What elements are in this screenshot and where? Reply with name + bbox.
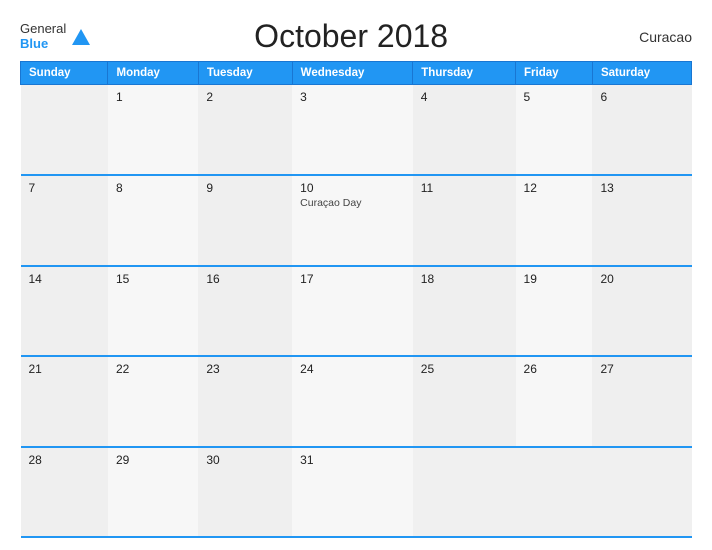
day-number: 29 bbox=[116, 453, 190, 467]
calendar-cell: 23 bbox=[198, 356, 292, 447]
calendar-cell: 30 bbox=[198, 447, 292, 538]
calendar-cell: 18 bbox=[413, 266, 516, 357]
day-number: 23 bbox=[206, 362, 284, 376]
day-number: 27 bbox=[600, 362, 683, 376]
calendar-cell: 13 bbox=[592, 175, 691, 266]
calendar-cell: 6 bbox=[592, 85, 691, 176]
day-number: 15 bbox=[116, 272, 190, 286]
day-number: 10 bbox=[300, 181, 405, 195]
calendar-cell: 1 bbox=[108, 85, 198, 176]
day-number: 12 bbox=[524, 181, 585, 195]
region-label: Curacao bbox=[612, 29, 692, 45]
calendar-title: October 2018 bbox=[90, 18, 612, 55]
calendar-table: Sunday Monday Tuesday Wednesday Thursday… bbox=[20, 61, 692, 538]
day-number: 19 bbox=[524, 272, 585, 286]
calendar-cell: 4 bbox=[413, 85, 516, 176]
calendar-week-row: 1 2 3 4 5 6 bbox=[21, 85, 692, 176]
day-number: 1 bbox=[116, 90, 190, 104]
calendar-week-row: 14 15 16 17 18 19 20 bbox=[21, 266, 692, 357]
calendar-cell bbox=[21, 85, 108, 176]
calendar-cell: 9 bbox=[198, 175, 292, 266]
day-number: 24 bbox=[300, 362, 405, 376]
day-number: 6 bbox=[600, 90, 683, 104]
calendar-cell: 19 bbox=[516, 266, 593, 357]
calendar-week-row: 21 22 23 24 25 26 27 bbox=[21, 356, 692, 447]
day-number: 14 bbox=[29, 272, 100, 286]
event-label: Curaçao Day bbox=[300, 197, 405, 209]
calendar-cell: 22 bbox=[108, 356, 198, 447]
calendar-cell: 28 bbox=[21, 447, 108, 538]
calendar-cell bbox=[516, 447, 593, 538]
header-wednesday: Wednesday bbox=[292, 62, 413, 85]
day-number: 5 bbox=[524, 90, 585, 104]
calendar-cell: 2 bbox=[198, 85, 292, 176]
day-number: 22 bbox=[116, 362, 190, 376]
day-number: 17 bbox=[300, 272, 405, 286]
day-number: 25 bbox=[421, 362, 508, 376]
calendar-cell: 17 bbox=[292, 266, 413, 357]
calendar-cell: 29 bbox=[108, 447, 198, 538]
logo-triangle-icon bbox=[72, 29, 90, 45]
day-number: 28 bbox=[29, 453, 100, 467]
calendar-cell: 21 bbox=[21, 356, 108, 447]
header-thursday: Thursday bbox=[413, 62, 516, 85]
calendar-cell: 5 bbox=[516, 85, 593, 176]
day-number: 20 bbox=[600, 272, 683, 286]
day-number: 2 bbox=[206, 90, 284, 104]
day-number: 3 bbox=[300, 90, 405, 104]
weekday-header-row: Sunday Monday Tuesday Wednesday Thursday… bbox=[21, 62, 692, 85]
calendar-cell: 31 bbox=[292, 447, 413, 538]
calendar-cell: 11 bbox=[413, 175, 516, 266]
day-number: 18 bbox=[421, 272, 508, 286]
logo: General Blue bbox=[20, 22, 90, 51]
calendar-cell: 7 bbox=[21, 175, 108, 266]
day-number: 11 bbox=[421, 181, 508, 195]
header-friday: Friday bbox=[516, 62, 593, 85]
calendar-cell: 20 bbox=[592, 266, 691, 357]
header-tuesday: Tuesday bbox=[198, 62, 292, 85]
calendar-cell: 14 bbox=[21, 266, 108, 357]
calendar-cell: 26 bbox=[516, 356, 593, 447]
calendar-cell: 25 bbox=[413, 356, 516, 447]
day-number: 7 bbox=[29, 181, 100, 195]
calendar-cell: 3 bbox=[292, 85, 413, 176]
calendar-week-row: 28 29 30 31 bbox=[21, 447, 692, 538]
calendar-cell: 15 bbox=[108, 266, 198, 357]
calendar-cell: 27 bbox=[592, 356, 691, 447]
header-saturday: Saturday bbox=[592, 62, 691, 85]
day-number: 21 bbox=[29, 362, 100, 376]
calendar-cell: 10 Curaçao Day bbox=[292, 175, 413, 266]
day-number: 16 bbox=[206, 272, 284, 286]
calendar-cell bbox=[592, 447, 691, 538]
day-number: 9 bbox=[206, 181, 284, 195]
calendar-cell: 24 bbox=[292, 356, 413, 447]
calendar-week-row: 7 8 9 10 Curaçao Day 11 12 13 bbox=[21, 175, 692, 266]
calendar-cell: 8 bbox=[108, 175, 198, 266]
header-monday: Monday bbox=[108, 62, 198, 85]
day-number: 31 bbox=[300, 453, 405, 467]
calendar-page: General Blue October 2018 Curacao Sunday… bbox=[0, 0, 712, 550]
day-number: 8 bbox=[116, 181, 190, 195]
calendar-cell: 12 bbox=[516, 175, 593, 266]
day-number: 4 bbox=[421, 90, 508, 104]
logo-text-general: General bbox=[20, 22, 66, 36]
calendar-cell bbox=[413, 447, 516, 538]
day-number: 26 bbox=[524, 362, 585, 376]
day-number: 30 bbox=[206, 453, 284, 467]
logo-text-blue: Blue bbox=[20, 37, 48, 51]
calendar-cell: 16 bbox=[198, 266, 292, 357]
header: General Blue October 2018 Curacao bbox=[20, 18, 692, 55]
day-number: 13 bbox=[600, 181, 683, 195]
header-sunday: Sunday bbox=[21, 62, 108, 85]
